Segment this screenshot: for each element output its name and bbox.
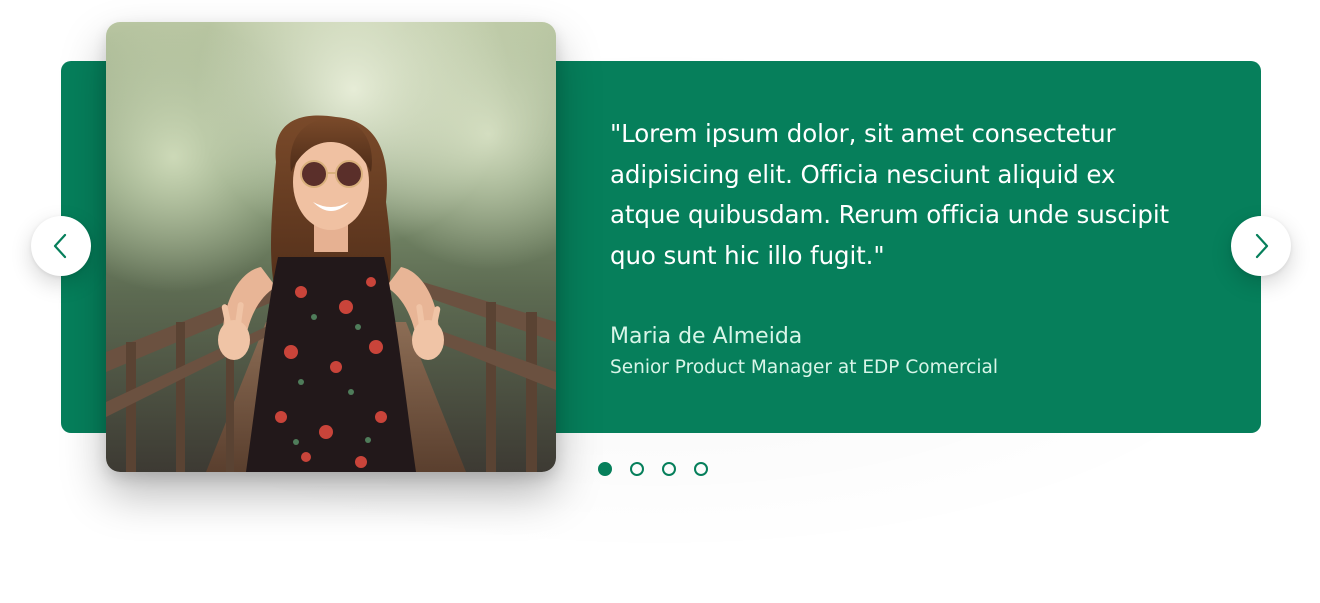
- author-name: Maria de Almeida: [610, 324, 803, 349]
- pagination-dot[interactable]: [662, 462, 676, 476]
- chevron-left-icon: [53, 233, 67, 259]
- pagination-dot[interactable]: [598, 462, 612, 476]
- testimonial-photo: [106, 22, 556, 472]
- testimonial-quote: "Lorem ipsum dolor, sit amet consectetur…: [610, 119, 1170, 270]
- next-slide-button[interactable]: [1231, 216, 1291, 276]
- pagination-dot[interactable]: [694, 462, 708, 476]
- pagination-dot[interactable]: [630, 462, 644, 476]
- portrait-photo-image: [106, 22, 556, 472]
- chevron-right-icon: [1255, 233, 1269, 259]
- testimonial-carousel: "Lorem ipsum dolor, sit amet consectetur…: [0, 0, 1320, 603]
- previous-slide-button[interactable]: [31, 216, 91, 276]
- author-role: Senior Product Manager at EDP Comercial: [610, 357, 998, 378]
- carousel-pagination: [598, 462, 708, 476]
